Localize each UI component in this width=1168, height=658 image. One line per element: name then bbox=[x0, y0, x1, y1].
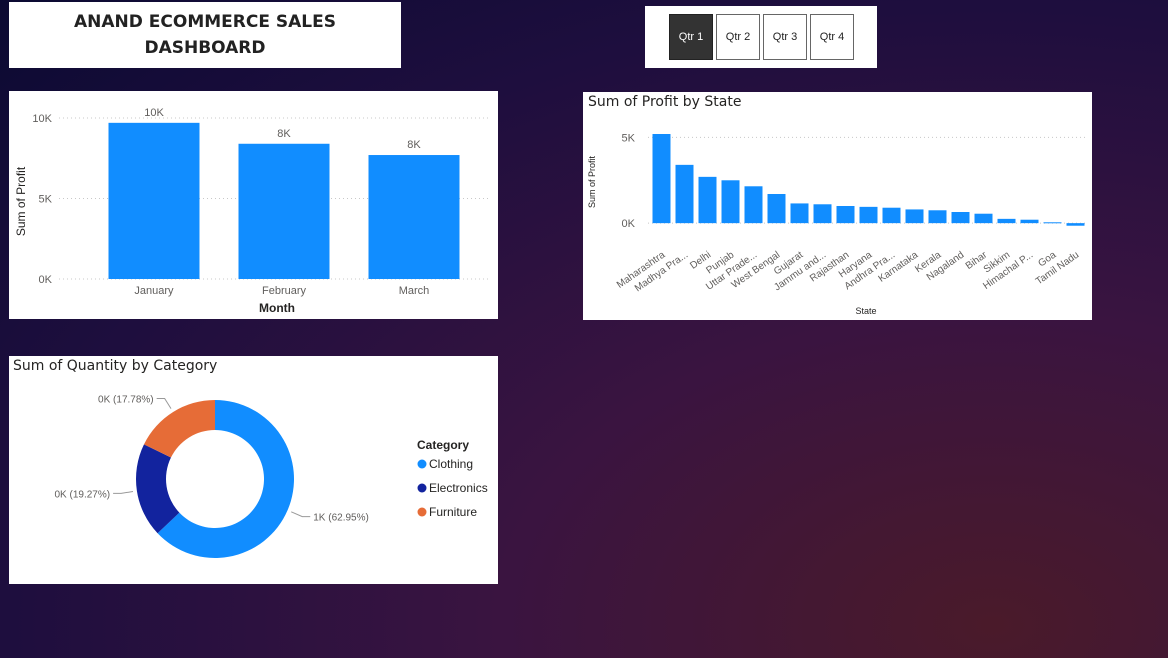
state-bar[interactable] bbox=[1043, 222, 1062, 224]
bar-february[interactable] bbox=[238, 143, 330, 279]
slicer-qtr2-button[interactable]: Qtr 2 bbox=[716, 14, 760, 60]
leader-line bbox=[156, 397, 172, 409]
slice-data-label: 1K (62.95%) bbox=[313, 513, 369, 524]
x-tick-label: February bbox=[262, 285, 307, 297]
y-tick-label: 10K bbox=[32, 113, 52, 125]
profit-by-month-svg: 0K 5K 10K 10K January 8K February 8K March Month S… bbox=[14, 107, 489, 315]
slice-data-label: 0K (19.27%) bbox=[54, 489, 110, 500]
state-bar[interactable] bbox=[836, 206, 855, 224]
legend-item-electronics[interactable]: Electronics bbox=[429, 481, 488, 495]
state-chart-title: Sum of Profit by State bbox=[588, 94, 742, 110]
data-label: 8K bbox=[277, 128, 291, 140]
x-tick-label: January bbox=[134, 285, 174, 297]
legend-marker-electronics bbox=[417, 483, 427, 493]
legend-item-furniture[interactable]: Furniture bbox=[429, 505, 477, 519]
legend-marker-furniture bbox=[417, 507, 427, 517]
dashboard-title: ANAND ECOMMERCE SALES DASHBOARD bbox=[74, 12, 336, 58]
y-tick-label: 0K bbox=[39, 274, 53, 286]
state-bar[interactable] bbox=[767, 194, 786, 224]
y-axis-title: Sum of Profit bbox=[587, 155, 597, 208]
y-tick-label: 5K bbox=[622, 132, 636, 144]
legend-title: Category bbox=[417, 438, 469, 452]
x-axis-title: Month bbox=[259, 301, 295, 315]
state-bar[interactable] bbox=[652, 134, 671, 224]
state-bar[interactable] bbox=[859, 206, 878, 224]
state-bar[interactable] bbox=[675, 164, 694, 224]
category-chart-title: Sum of Quantity by Category bbox=[13, 358, 218, 374]
legend-item-clothing[interactable]: Clothing bbox=[429, 457, 473, 471]
profit-by-state-svg: 0K5KMaharashtraMadhya Pra...DelhiPunjabU… bbox=[587, 132, 1085, 316]
donut-slice-furniture[interactable] bbox=[143, 400, 215, 458]
state-bar[interactable] bbox=[928, 210, 947, 224]
state-bar[interactable] bbox=[974, 213, 993, 224]
bar-january[interactable] bbox=[108, 122, 200, 279]
slicer-qtr1-button[interactable]: Qtr 1 bbox=[669, 14, 713, 60]
data-label: 10K bbox=[144, 107, 164, 119]
quantity-by-category-chart[interactable]: Sum of Quantity by Category 1K (62.95%) 0… bbox=[9, 356, 498, 584]
quarter-slicer: Qtr 1 Qtr 2 Qtr 3 Qtr 4 bbox=[645, 6, 877, 68]
state-bar[interactable] bbox=[698, 176, 717, 224]
x-axis-title: State bbox=[855, 306, 876, 316]
leader-line bbox=[113, 491, 134, 494]
x-tick-label: March bbox=[399, 285, 430, 297]
slicer-qtr4-button[interactable]: Qtr 4 bbox=[810, 14, 854, 60]
bar-march[interactable] bbox=[368, 155, 460, 279]
state-bar[interactable] bbox=[744, 186, 763, 224]
state-bar[interactable] bbox=[1020, 219, 1039, 224]
quantity-donut-svg: 1K (62.95%) 0K (19.27%) 0K (17.78%) Categor… bbox=[54, 394, 488, 558]
state-bar[interactable] bbox=[813, 204, 832, 224]
dashboard-title-card: ANAND ECOMMERCE SALES DASHBOARD bbox=[9, 2, 401, 68]
y-axis-title: Sum of Profit bbox=[14, 166, 28, 236]
state-bar[interactable] bbox=[721, 180, 740, 224]
legend-marker-clothing bbox=[417, 459, 427, 469]
state-bar[interactable] bbox=[951, 212, 970, 224]
state-bar[interactable] bbox=[1066, 223, 1085, 226]
y-tick-label: 0K bbox=[622, 218, 636, 230]
slicer-qtr3-button[interactable]: Qtr 3 bbox=[763, 14, 807, 60]
profit-by-month-chart[interactable]: 0K 5K 10K 10K January 8K February 8K March Month S… bbox=[9, 91, 498, 319]
state-bar[interactable] bbox=[997, 218, 1016, 224]
y-tick-label: 5K bbox=[39, 194, 53, 206]
state-bar[interactable] bbox=[790, 203, 809, 224]
data-label: 8K bbox=[407, 139, 421, 151]
profit-by-state-chart[interactable]: Sum of Profit by State 0K 5K Maharashtra Ma… bbox=[583, 92, 1092, 320]
leader-line bbox=[291, 511, 311, 518]
state-bar[interactable] bbox=[905, 209, 924, 224]
slice-data-label: 0K (17.78%) bbox=[98, 394, 154, 405]
state-bar[interactable] bbox=[882, 207, 901, 224]
